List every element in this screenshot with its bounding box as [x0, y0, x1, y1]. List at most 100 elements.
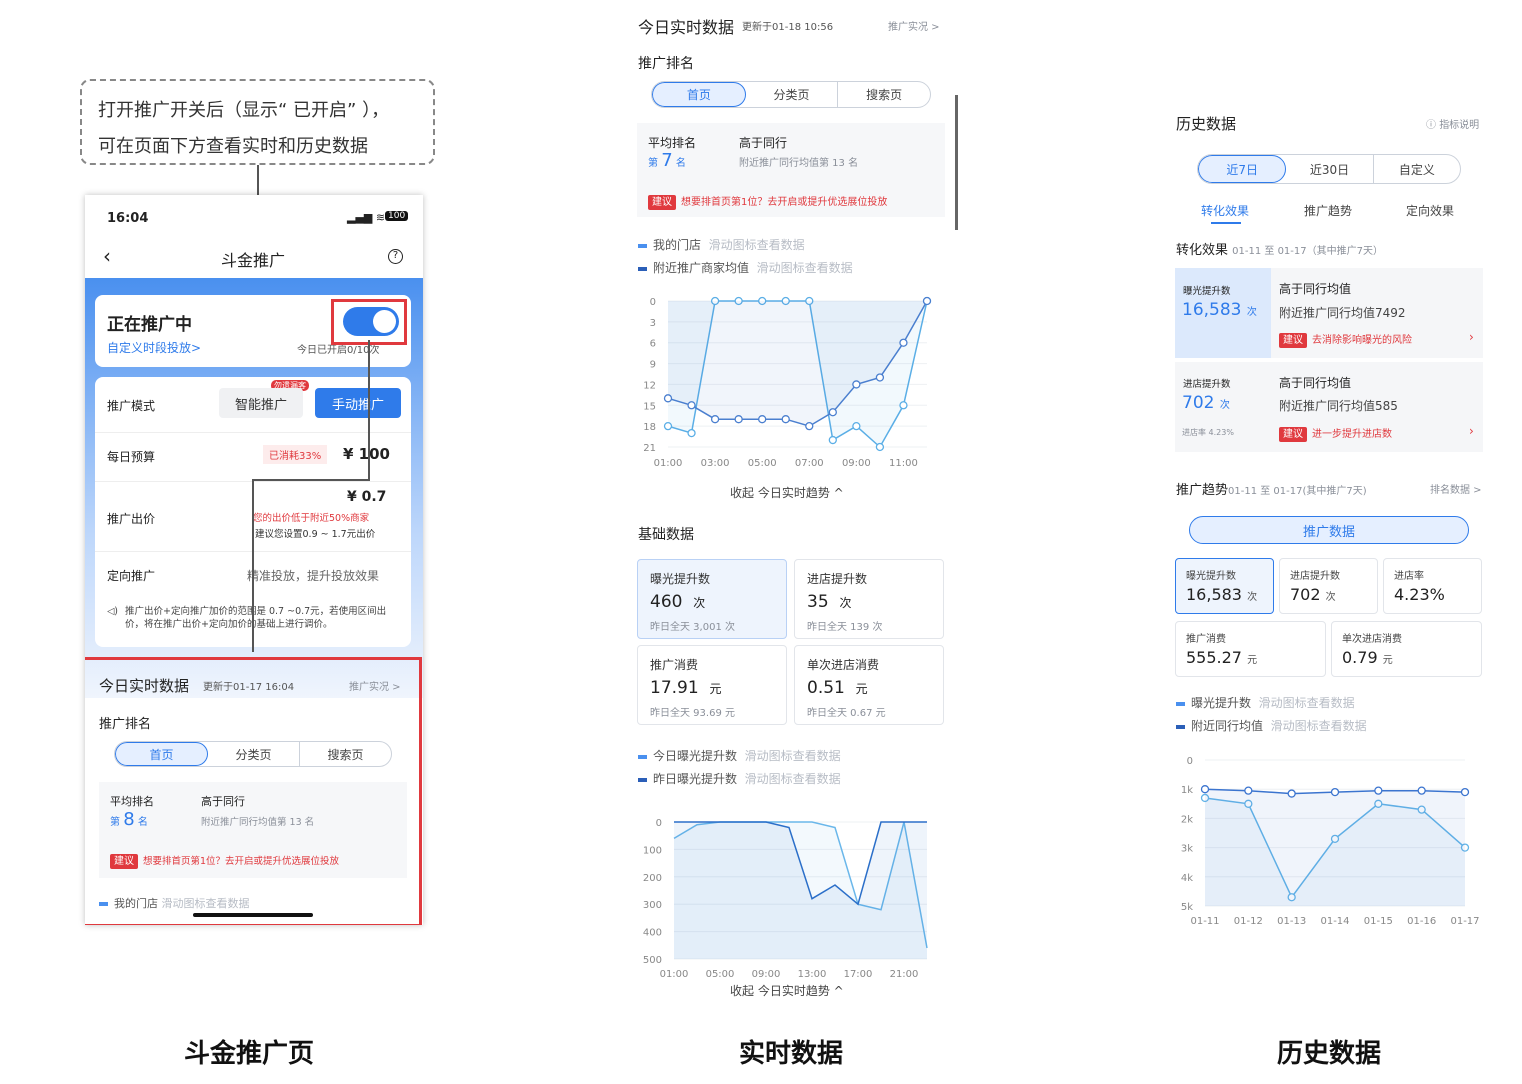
tab-category[interactable]: 分类页	[208, 742, 300, 766]
bid-value[interactable]: ¥ 0.7	[347, 489, 386, 505]
legend-hint: 滑动图标查看数据	[744, 749, 841, 763]
history-metric-cell[interactable]: 曝光提升数 16,583 次	[1175, 558, 1274, 614]
data-point	[687, 401, 696, 410]
realtime-link[interactable]: 推广实况 >	[888, 18, 940, 33]
custom-slot-link[interactable]: 自定义时段投放>	[107, 339, 201, 356]
rank-tip[interactable]: 建议 想要排首页第1位？去开启或提升优选展位投放	[110, 853, 339, 869]
y-tick-label: 500	[643, 955, 662, 966]
exp-label: 曝光提升数	[1183, 286, 1231, 297]
history-trend-chart[interactable]: 0 1k 2k 3k 4k 5k 01-11 01-12 01-13 01-14 01-15 01-1…	[1170, 745, 1482, 930]
y-tick-label: 6	[650, 339, 656, 350]
subtab-conversion[interactable]: 转化效果	[1201, 202, 1249, 219]
rank-value: 第 8 名	[110, 809, 148, 830]
tab-category[interactable]: 分类页	[746, 82, 839, 107]
legend-label: 附近推广商家均值	[653, 261, 750, 275]
metric-card[interactable]: 单次进店消费 0.51 元 昨日全天 0.67 元	[794, 645, 944, 725]
metric-card[interactable]: 推广消费 17.91 元 昨日全天 93.69 元	[637, 645, 787, 725]
history-metric-cell[interactable]: 进店率 4.23%	[1383, 558, 1482, 614]
y-tick-label: 1k	[1181, 785, 1193, 796]
range-7d[interactable]: 近7日	[1198, 155, 1287, 183]
bid-warning: 您的出价低于附近50%商家	[253, 513, 370, 524]
metric-help-link[interactable]: ⓘ 指标说明	[1426, 116, 1479, 131]
range-30d[interactable]: 近30日	[1286, 155, 1374, 183]
metric-value: 0.51 元	[807, 678, 931, 698]
tab-home[interactable]: 首页	[115, 742, 208, 766]
metric-label: 推广消费	[650, 658, 699, 672]
data-point	[852, 421, 861, 431]
y-tick-label: 15	[643, 401, 656, 412]
target-desc[interactable]: 精准投放，提升投放效果	[247, 567, 379, 584]
exposure-trend-chart[interactable]: 0 100 200 300 400 500 01:00 05:00 09:00 13:00 17:0…	[630, 800, 945, 983]
metric-label: 进店提升数	[807, 572, 868, 586]
y-tick-label: 100	[643, 845, 662, 856]
help-icon[interactable]: ?	[388, 249, 403, 264]
tab-search[interactable]: 搜索页	[838, 82, 930, 107]
y-tick-label: 0	[656, 818, 662, 829]
data-point	[852, 380, 861, 389]
cell-label: 推广消费	[1186, 634, 1226, 645]
collapse-trend-button[interactable]: 收起 今日实时趋势 ^	[730, 484, 844, 501]
metric-label: 单次进店消费	[807, 658, 880, 672]
data-point	[875, 442, 885, 452]
y-tick-label: 3k	[1181, 844, 1193, 855]
tab-search[interactable]: 搜索页	[300, 742, 391, 766]
history-metric-cell[interactable]: 单次进店消费 0.79 元	[1331, 621, 1482, 677]
tip-text: 去消除影响曝光的风险	[1312, 335, 1412, 346]
x-tick-label: 03:00	[701, 458, 730, 469]
scrollbar[interactable]	[955, 95, 958, 230]
collapse-trend-button-2[interactable]: 收起 今日实时趋势 ^	[730, 982, 844, 999]
subtab-underline	[1211, 222, 1241, 224]
metric-unit: 次	[693, 596, 706, 610]
cell-label: 单次进店消费	[1342, 634, 1402, 645]
history-metric-cell[interactable]: 进店提升数 702 次	[1279, 558, 1378, 614]
shop-tip[interactable]: 建议 进一步提升进店数	[1279, 425, 1392, 442]
rank-data-link[interactable]: 排名数据 >	[1430, 481, 1482, 496]
status-time: 16:04	[107, 211, 149, 226]
rank-num: 7	[661, 150, 673, 171]
rank-trend-chart[interactable]: 0 3 6 9 12 15 18 21 01:00 03:00 05:00 07:00 09:00 11:…	[630, 290, 945, 475]
help-text: 指标说明	[1439, 120, 1480, 131]
history-metric-cell[interactable]: 推广消费 555.27 元	[1175, 621, 1326, 677]
peer-desc: 附近推广同行均值第 13 名	[739, 158, 859, 169]
rank-tip[interactable]: 建议 想要排首页第1位？去开启或提升优选展位投放	[648, 193, 887, 210]
rt-update: 更新于01-17 16:04	[203, 682, 295, 693]
budget-value[interactable]: ¥ 100	[343, 445, 390, 463]
rt-legend-4: 昨日曝光提升数 滑动图标查看数据	[638, 770, 841, 787]
tab-home[interactable]: 首页	[652, 82, 746, 107]
data-point	[663, 421, 673, 431]
range-custom[interactable]: 自定义	[1374, 155, 1460, 183]
rt-link[interactable]: 推广实况 >	[349, 678, 401, 693]
promo-data-button[interactable]: 推广数据	[1189, 516, 1469, 544]
legend-hint: 滑动图标查看数据	[161, 897, 250, 910]
x-tick-label: 05:00	[748, 458, 777, 469]
manual-mode-button[interactable]: 手动推广	[315, 388, 401, 418]
cell-label: 进店提升数	[1290, 571, 1340, 582]
promo-status: 正在推广中	[107, 315, 192, 335]
history-title: 历史数据	[1176, 115, 1237, 133]
rank-title: 推广排名	[99, 717, 152, 732]
smart-mode-button[interactable]: 智能推广	[219, 388, 303, 418]
x-tick-label: 13:00	[798, 969, 827, 980]
legend-label: 曝光提升数	[1191, 696, 1252, 710]
tip-text: 进一步提升进店数	[1312, 429, 1392, 440]
subtab-trend[interactable]: 推广趋势	[1304, 202, 1352, 219]
metric-card[interactable]: 曝光提升数 460 次 昨日全天 3,001 次	[637, 559, 787, 639]
promo-toggle[interactable]	[343, 307, 399, 336]
data-point	[663, 394, 673, 403]
metric-card[interactable]: 进店提升数 35 次 昨日全天 139 次	[794, 559, 944, 639]
realtime-title: 今日实时数据	[638, 18, 735, 37]
metric-unit: 元	[855, 682, 868, 696]
cell-label: 曝光提升数	[1186, 571, 1236, 582]
bid-note-text: 推广出价+定向推广加价的范围是 0.7 ~0.7元，若使用区间出价，将在推广出价…	[125, 606, 387, 630]
metric-unit: 次	[839, 596, 852, 610]
tip-text: 想要排首页第1位？去开启或提升优选展位投放	[143, 856, 340, 867]
exp-tip[interactable]: 建议 去消除影响曝光的风险	[1279, 331, 1412, 348]
subtab-targeting[interactable]: 定向效果	[1406, 202, 1454, 219]
exp-value: 16,583 次	[1182, 300, 1257, 320]
conv-heading: 转化效果 01-11 至 01-17（其中推广7天）	[1176, 239, 1383, 258]
hist-legend-1: 曝光提升数 滑动图标查看数据	[1176, 694, 1355, 711]
rt-title: 今日实时数据	[99, 677, 190, 695]
shop-label: 进店提升数	[1183, 379, 1231, 390]
back-icon[interactable]: ‹	[103, 244, 111, 268]
series-area	[1205, 789, 1465, 906]
